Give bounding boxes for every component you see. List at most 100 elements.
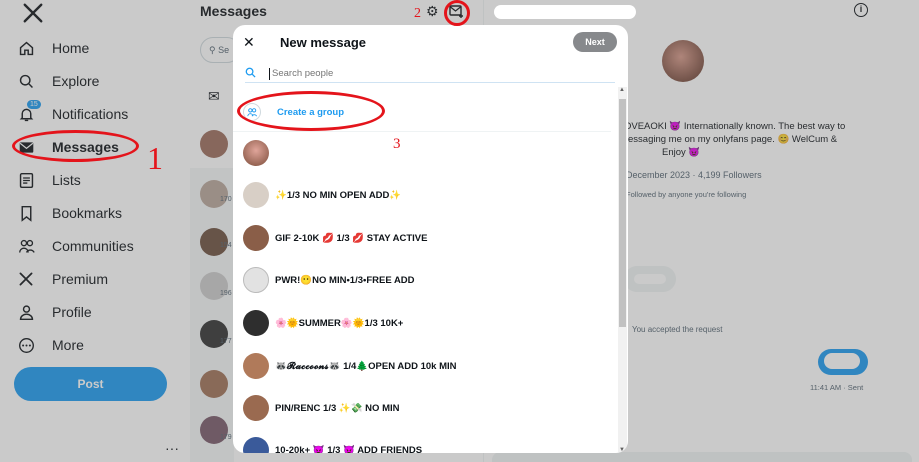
contact-avatar — [243, 267, 269, 293]
contact-avatar — [243, 225, 269, 251]
messages-title: Messages — [200, 3, 267, 19]
annotation-circle-messages — [12, 130, 139, 162]
profile-name — [652, 82, 748, 108]
conversation-count: 177 — [220, 338, 232, 345]
annotation-circle-compose — [444, 0, 470, 26]
conversation-count: 154 — [220, 242, 232, 249]
left-nav: Home Explore 15 Notifications Messages L… — [0, 0, 190, 462]
contact-name: PIN/RENC 1/3 ✨💸 NO MIN — [275, 402, 400, 414]
nav-label: Profile — [52, 304, 92, 320]
conversation-count: 179 — [220, 434, 232, 441]
nav-item-bookmarks[interactable]: Bookmarks — [16, 198, 122, 228]
bio-line: Enjoy 😈 — [662, 147, 701, 158]
redacted-text — [824, 353, 860, 369]
more-circle-icon — [16, 335, 36, 355]
message-requests-icon[interactable]: ✉ — [208, 88, 220, 105]
contact-avatar — [243, 437, 269, 453]
contact-avatar — [243, 353, 269, 379]
info-icon[interactable]: i — [854, 3, 868, 17]
bookmark-icon — [16, 203, 36, 223]
scroll-down-icon[interactable]: ▼ — [619, 447, 625, 453]
next-button[interactable]: Next — [573, 32, 617, 52]
nav-label: Bookmarks — [52, 205, 123, 221]
contact-avatar — [243, 310, 269, 336]
annotation-number-3: 3 — [393, 136, 401, 152]
search-icon — [245, 67, 261, 81]
divider — [233, 131, 611, 132]
sent-message-bubble[interactable] — [818, 349, 868, 375]
conversation-count: 196 — [220, 290, 232, 297]
nav-label: Lists — [52, 172, 81, 188]
contact-row[interactable] — [243, 138, 603, 168]
notification-badge: 15 — [26, 99, 42, 110]
received-message-bubble[interactable] — [624, 266, 676, 292]
x-logo-icon[interactable] — [22, 2, 44, 24]
modal-title: New message — [280, 35, 366, 50]
nav-label: More — [52, 337, 84, 353]
contact-row[interactable]: GIF 2-10K 💋 1/3 💋 STAY ACTIVE — [243, 223, 603, 253]
nav-item-notifications[interactable]: 15 Notifications — [16, 99, 128, 129]
contact-avatar — [243, 140, 269, 166]
conversation-avatar[interactable] — [200, 180, 228, 208]
nav-label: Home — [52, 40, 90, 56]
home-icon — [16, 38, 36, 58]
sent-timestamp: 11:41 AM · Sent — [810, 383, 864, 392]
conversation-avatar[interactable] — [200, 370, 228, 398]
contact-row[interactable]: PWR!😶NO MIN•1/3•FREE ADD — [243, 265, 603, 295]
conversation-count: 170 — [220, 196, 232, 203]
nav-label: Explore — [52, 73, 100, 89]
new-message-modal: ✕ New message Next Create a group ✨1/3 N… — [233, 25, 628, 453]
profile-avatar[interactable] — [662, 40, 704, 82]
conversation-avatar[interactable] — [200, 130, 228, 158]
contact-row[interactable]: 🦝𝓡𝓪𝓬𝓬𝓸𝓸𝓷𝓼🦝 1/4🌲OPEN ADD 10k MIN — [243, 351, 603, 381]
scrollbar-thumb[interactable] — [619, 99, 626, 327]
bio-line: OVEAOKI 😈 Internationally known. The bes… — [624, 121, 846, 132]
account-switcher[interactable] — [22, 438, 152, 460]
bio-line: essaging me on my onlyfans page. 😊 WelCu… — [628, 134, 838, 145]
people-icon — [16, 236, 36, 256]
nav-item-explore[interactable]: Explore — [16, 66, 99, 96]
contact-name: GIF 2-10K 💋 1/3 💋 STAY ACTIVE — [275, 232, 428, 244]
x-logo-icon — [16, 269, 36, 289]
profile-joined: December 2023 · 4,199 Followers — [626, 170, 762, 180]
list-icon — [16, 170, 36, 190]
redacted-header-name — [494, 5, 636, 19]
search-icon — [16, 71, 36, 91]
contact-name: PWR!😶NO MIN•1/3•FREE ADD — [275, 274, 415, 286]
contact-row[interactable]: PIN/RENC 1/3 ✨💸 NO MIN — [243, 393, 603, 423]
more-dots-icon[interactable]: ··· — [165, 440, 179, 456]
nav-item-more[interactable]: More — [16, 330, 84, 360]
nav-item-communities[interactable]: Communities — [16, 231, 134, 261]
search-icon: ⚲ — [209, 45, 216, 55]
nav-label: Premium — [52, 271, 109, 287]
contact-row[interactable]: ✨1/3 NO MIN OPEN ADD✨ — [243, 180, 603, 210]
contact-name: 🦝𝓡𝓪𝓬𝓬𝓸𝓸𝓷𝓼🦝 1/4🌲OPEN ADD 10k MIN — [275, 360, 457, 372]
nav-item-profile[interactable]: Profile — [16, 297, 92, 327]
redacted-text — [634, 274, 666, 284]
gear-icon[interactable]: ⚙ — [426, 3, 439, 20]
search-placeholder: Se — [218, 45, 230, 55]
contact-row[interactable]: 10-20k+ 😈 1/3 😈 ADD FRIENDS — [243, 435, 603, 453]
close-icon[interactable]: ✕ — [243, 34, 255, 51]
contact-row[interactable]: 🌸🌞SUMMER🌸🌞1/3 10K+ — [243, 308, 603, 338]
contact-name: 10-20k+ 😈 1/3 😈 ADD FRIENDS — [275, 444, 423, 454]
message-composer[interactable] — [492, 452, 912, 462]
scroll-up-icon[interactable]: ▲ — [619, 87, 625, 93]
contact-avatar — [243, 182, 269, 208]
annotation-number-2: 2 — [414, 6, 421, 21]
search-people-input[interactable] — [269, 67, 569, 80]
nav-item-lists[interactable]: Lists — [16, 165, 81, 195]
nav-label: Communities — [52, 238, 134, 254]
x-messages-page: Home Explore 15 Notifications Messages L… — [0, 0, 919, 462]
contact-name: ✨1/3 NO MIN OPEN ADD✨ — [275, 189, 402, 201]
nav-item-premium[interactable]: Premium — [16, 264, 108, 294]
contact-list-scrollbar[interactable]: ▲ ▼ — [618, 87, 627, 453]
nav-label: Notifications — [52, 106, 129, 122]
post-button[interactable]: Post — [14, 367, 167, 401]
profile-followed-by: Followed by anyone you're following — [626, 190, 747, 199]
accepted-request-notice: You accepted the request — [632, 325, 723, 334]
profile-bio: OVEAOKI 😈 Internationally known. The bes… — [624, 120, 864, 159]
search-people-field — [245, 65, 615, 83]
annotation-circle-create-group — [237, 91, 385, 131]
nav-item-home[interactable]: Home — [16, 33, 89, 63]
